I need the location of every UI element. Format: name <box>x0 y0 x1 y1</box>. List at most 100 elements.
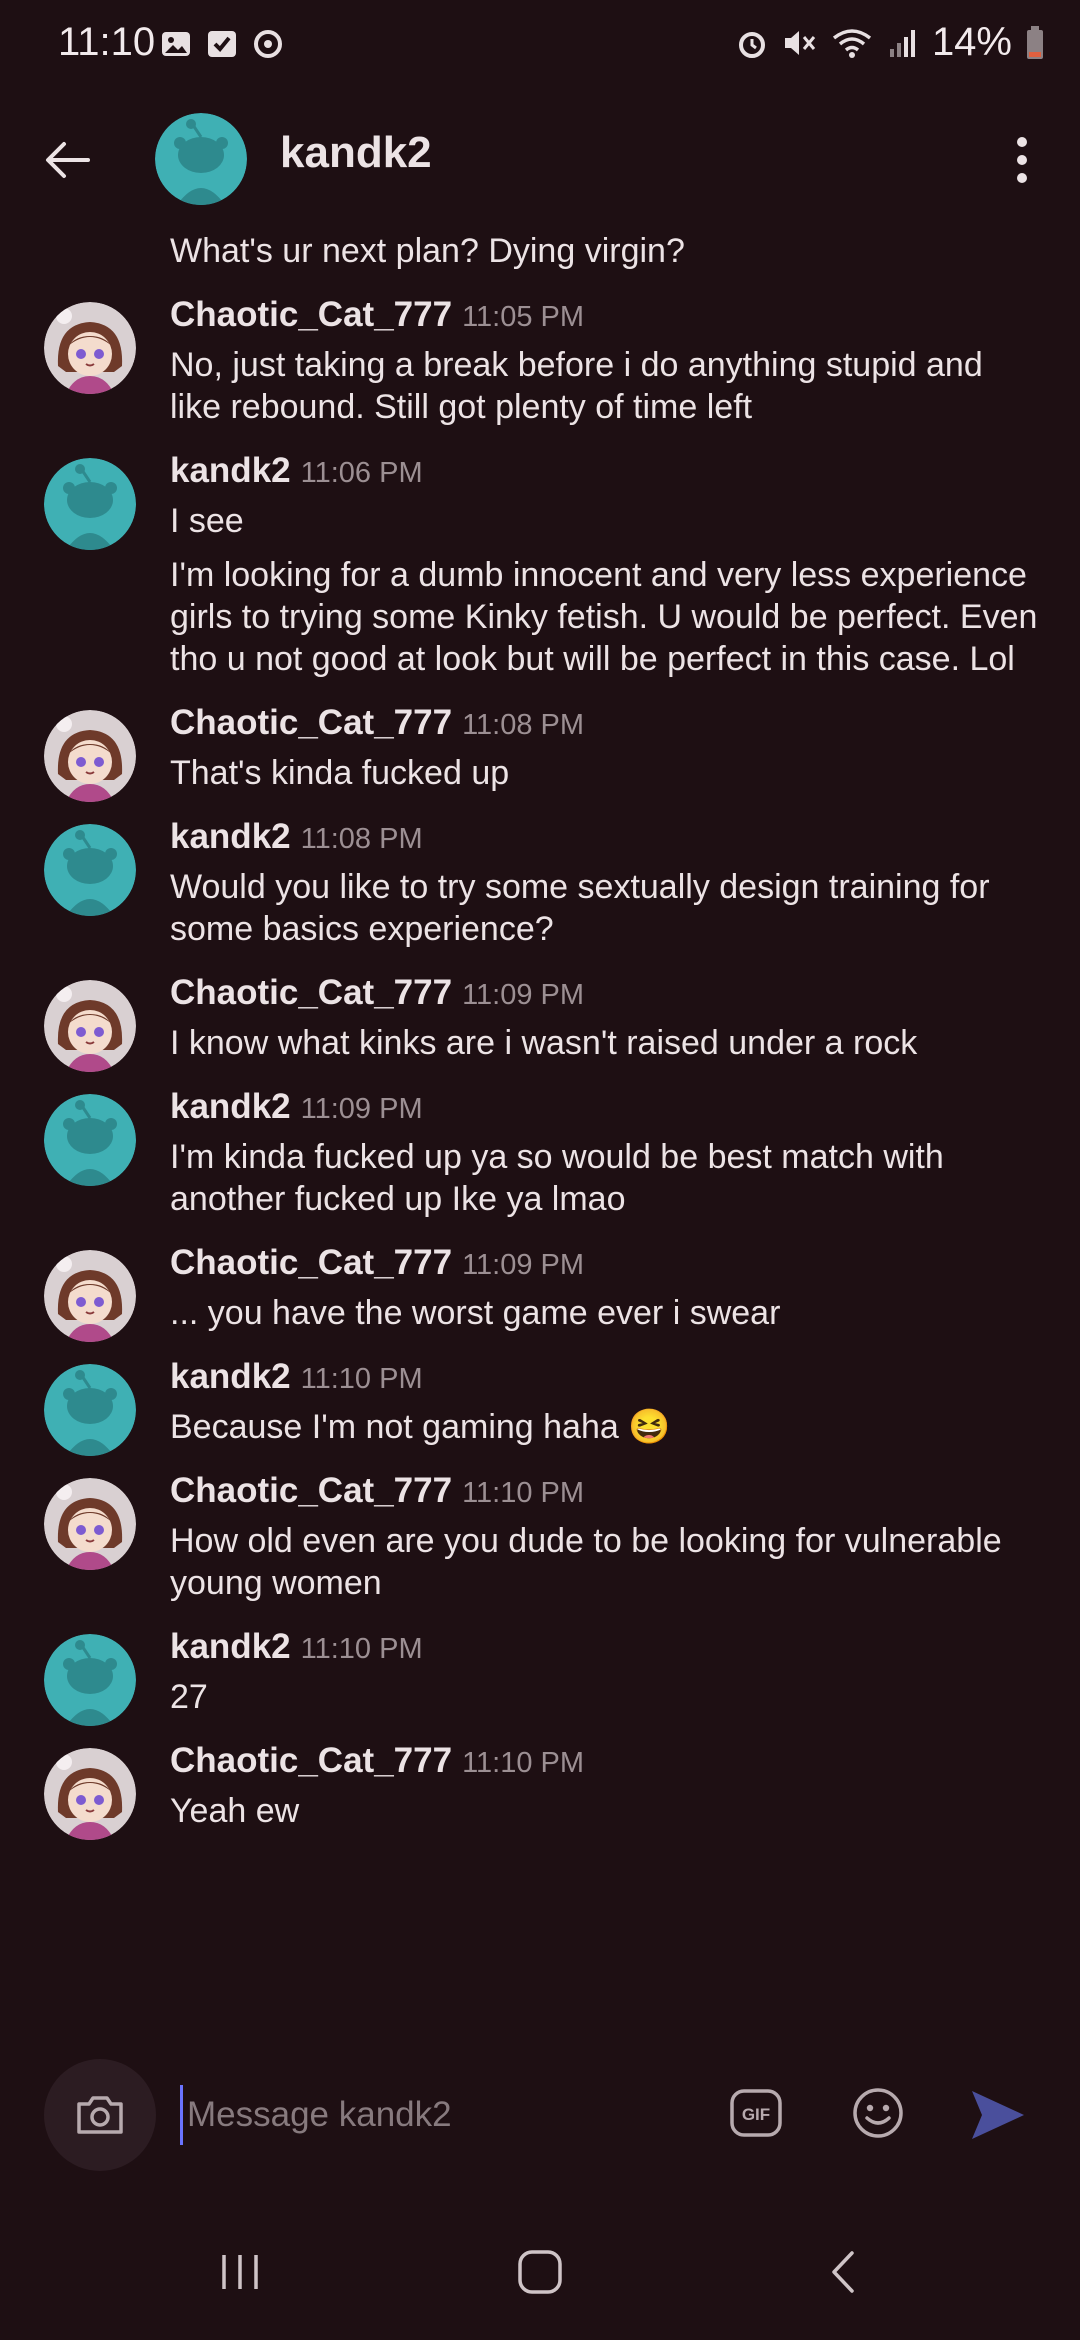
user-avatar[interactable] <box>44 980 136 1072</box>
cat-girl-avatar-icon <box>44 1478 136 1570</box>
user-avatar[interactable] <box>44 1748 136 1840</box>
message-header: Chaotic_Cat_777 11:09 PM <box>170 1240 1040 1286</box>
more-options-button[interactable] <box>990 128 1054 192</box>
timestamp: 11:08 PM <box>462 709 585 741</box>
username[interactable]: kandk2 <box>170 451 291 490</box>
message-list[interactable]: What's ur next plan? Dying virgin? Chaoti… <box>0 222 1080 1844</box>
user-avatar[interactable] <box>44 302 136 394</box>
user-avatar[interactable] <box>44 1634 136 1726</box>
recents-button[interactable] <box>210 2247 270 2297</box>
timestamp: 11:09 PM <box>462 979 585 1011</box>
message-group[interactable]: Chaotic_Cat_777 11:09 PM I know what kinks… <box>0 962 1080 1072</box>
timestamp: 11:10 PM <box>462 1477 585 1509</box>
message-group[interactable]: kandk2 11:10 PM 27 <box>0 1616 1080 1726</box>
user-avatar[interactable] <box>44 1094 136 1186</box>
message-text: Would you like to try some sextually des… <box>170 868 990 948</box>
timestamp: 11:08 PM <box>300 823 423 855</box>
header-avatar[interactable] <box>155 113 247 205</box>
username[interactable]: Chaotic_Cat_777 <box>170 1243 452 1282</box>
timestamp: 11:10 PM <box>462 1747 585 1779</box>
wifi-icon <box>832 28 872 58</box>
user-avatar[interactable] <box>44 1364 136 1456</box>
timestamp: 11:09 PM <box>300 1093 423 1125</box>
user-avatar[interactable] <box>44 1250 136 1342</box>
timestamp: 11:05 PM <box>462 301 585 333</box>
chat-header: kandk2 <box>0 100 1080 220</box>
username[interactable]: kandk2 <box>170 1357 291 1396</box>
message-group[interactable]: kandk2 11:09 PM I'm kinda fucked up ya so … <box>0 1076 1080 1220</box>
message-group[interactable]: Chaotic_Cat_777 11:10 PM Yeah ew <box>0 1730 1080 1840</box>
system-nav-bar <box>0 2225 1080 2315</box>
cat-girl-avatar-icon <box>44 1748 136 1840</box>
message-group[interactable]: kandk2 11:06 PM I see I'm looking for a dum… <box>0 440 1080 680</box>
message-header: kandk2 11:10 PM <box>170 1354 1040 1400</box>
message-header: kandk2 11:06 PM <box>170 448 1040 494</box>
snoo-avatar-icon <box>155 113 247 205</box>
gif-button[interactable]: GIF <box>728 2085 784 2141</box>
user-avatar[interactable] <box>44 824 136 916</box>
battery-icon <box>1027 25 1043 59</box>
cat-girl-avatar-icon <box>44 1250 136 1342</box>
message-group[interactable]: Chaotic_Cat_777 11:09 PM ... you have the … <box>0 1232 1080 1342</box>
cat-girl-avatar-icon <box>44 980 136 1072</box>
back-button[interactable] <box>36 128 100 192</box>
message-text: No, just taking a break before i do anyt… <box>170 346 983 426</box>
status-bar: 11:10 14% <box>0 0 1080 90</box>
message-text: Because I'm not gaming haha 😆 <box>170 1408 671 1446</box>
sync-notification-icon <box>254 30 282 58</box>
message-composer: GIF <box>0 2055 1080 2175</box>
snoo-avatar-icon <box>44 824 136 916</box>
username[interactable]: Chaotic_Cat_777 <box>170 295 452 334</box>
message-header: Chaotic_Cat_777 11:05 PM <box>170 292 1040 338</box>
message-text: ... you have the worst game ever i swear <box>170 1294 781 1332</box>
username[interactable]: kandk2 <box>170 1087 291 1126</box>
message-text: 27 <box>170 1678 208 1716</box>
message-text: That's kinda fucked up <box>170 754 510 792</box>
username[interactable]: kandk2 <box>170 1627 291 1666</box>
message-group[interactable]: Chaotic_Cat_777 11:05 PM No, just taking a… <box>0 284 1080 428</box>
message-header: Chaotic_Cat_777 11:08 PM <box>170 700 1040 746</box>
message-header: kandk2 11:10 PM <box>170 1624 1040 1670</box>
message-header: kandk2 11:08 PM <box>170 814 1040 860</box>
message-text: I know what kinks are i wasn't raised un… <box>170 1024 918 1062</box>
mute-icon <box>784 30 816 55</box>
snoo-avatar-icon <box>44 1634 136 1726</box>
system-back-button[interactable] <box>820 2247 870 2297</box>
message-group[interactable]: kandk2 11:10 PM Because I'm not gaming hah… <box>0 1346 1080 1456</box>
home-button[interactable] <box>515 2247 565 2297</box>
send-button[interactable] <box>968 2085 1028 2145</box>
message-input[interactable] <box>180 2085 707 2145</box>
cat-girl-avatar-icon <box>44 710 136 802</box>
timestamp: 11:09 PM <box>462 1249 585 1281</box>
message-continuation[interactable]: What's ur next plan? Dying virgin? <box>0 222 1080 272</box>
message-group[interactable]: Chaotic_Cat_777 11:10 PM How old even are … <box>0 1460 1080 1604</box>
cat-girl-avatar-icon <box>44 302 136 394</box>
camera-icon <box>77 2096 123 2134</box>
user-avatar[interactable] <box>44 710 136 802</box>
username[interactable]: Chaotic_Cat_777 <box>170 703 452 742</box>
username[interactable]: Chaotic_Cat_777 <box>170 973 452 1012</box>
checkbox-notification-icon <box>208 31 236 57</box>
signal-icon <box>889 29 915 57</box>
user-avatar[interactable] <box>44 1478 136 1570</box>
user-avatar[interactable] <box>44 458 136 550</box>
battery-percentage: 14% <box>931 20 1012 64</box>
emoji-button[interactable] <box>850 2085 906 2141</box>
snoo-avatar-icon <box>44 1364 136 1456</box>
gallery-notification-icon <box>162 32 190 56</box>
camera-button[interactable] <box>44 2059 156 2171</box>
message-text: I'm looking for a dumb innocent and very… <box>170 556 1038 678</box>
message-text: I'm kinda fucked up ya so would be best … <box>170 1138 944 1218</box>
username[interactable]: Chaotic_Cat_777 <box>170 1741 452 1780</box>
message-text: I see <box>170 502 244 540</box>
message-group[interactable]: kandk2 11:08 PM Would you like to try some… <box>0 806 1080 950</box>
svg-text:GIF: GIF <box>742 2105 770 2124</box>
message-header: Chaotic_Cat_777 11:09 PM <box>170 970 1040 1016</box>
message-group[interactable]: Chaotic_Cat_777 11:08 PM That's kinda fuck… <box>0 692 1080 802</box>
timestamp: 11:10 PM <box>300 1633 423 1665</box>
message-text: Yeah ew <box>170 1792 300 1830</box>
username[interactable]: kandk2 <box>170 817 291 856</box>
message-header: Chaotic_Cat_777 11:10 PM <box>170 1738 1040 1784</box>
timestamp: 11:06 PM <box>300 457 423 489</box>
username[interactable]: Chaotic_Cat_777 <box>170 1471 452 1510</box>
